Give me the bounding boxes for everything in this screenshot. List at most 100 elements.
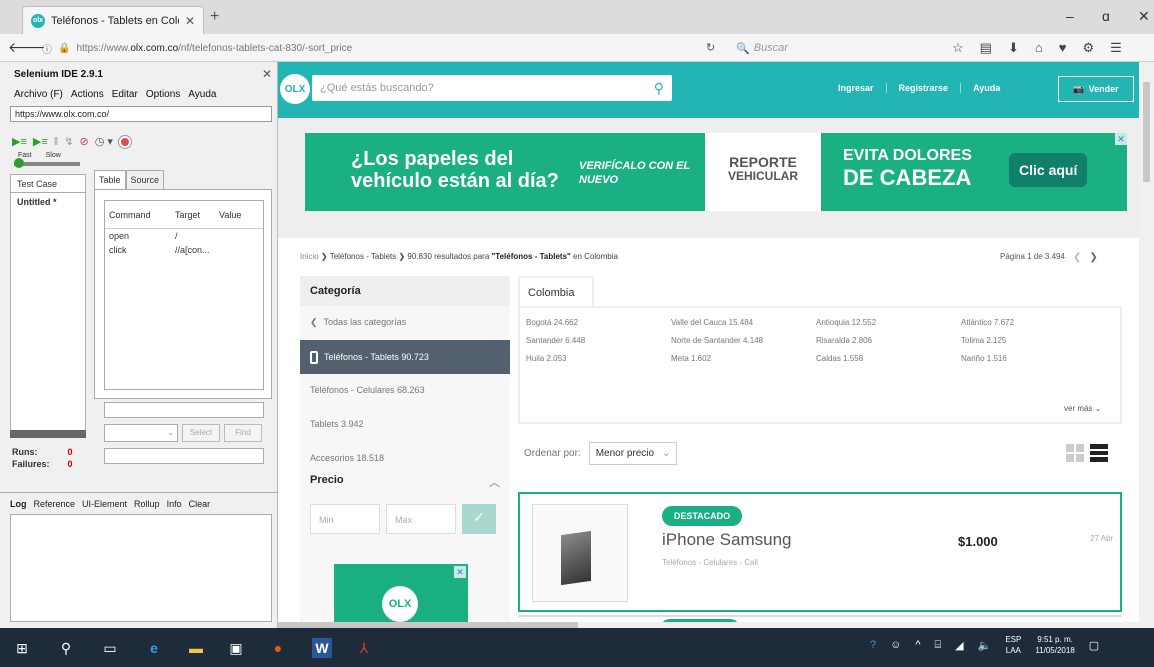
extension-icon[interactable]: ⚙	[1082, 40, 1094, 56]
location-link[interactable]: Antioquia 12.552	[816, 318, 961, 327]
step-icon[interactable]: ↯	[64, 135, 73, 148]
olx-logo[interactable]: OLX	[280, 74, 310, 104]
olx-square-ad[interactable]: ✕ OLX	[334, 564, 468, 628]
target-select[interactable]: ⌄	[104, 424, 178, 442]
price-min-input[interactable]: Min	[310, 504, 380, 534]
record-icon[interactable]	[118, 135, 131, 148]
listing-card[interactable]: DESTACADO iPhone Samsung Teléfonos - Cel…	[518, 492, 1122, 612]
price-heading[interactable]: Precio ︿	[300, 474, 510, 490]
tab-colombia[interactable]: Colombia	[518, 276, 594, 308]
new-tab-button[interactable]: +	[210, 8, 219, 26]
browser-tab[interactable]: olx Teléfonos - Tablets en Color ✕	[22, 6, 204, 34]
breadcrumb-category[interactable]: Teléfonos - Tablets	[330, 252, 397, 261]
wifi-icon[interactable]: ◢	[955, 639, 963, 652]
store-icon[interactable]: ▣	[226, 638, 246, 658]
acrobat-icon[interactable]: ⅄	[354, 638, 374, 658]
listing-thumbnail[interactable]	[532, 504, 628, 602]
ver-mas-link[interactable]: ver más ⌄	[1064, 404, 1101, 413]
play-test-icon[interactable]: ▶≡	[33, 135, 48, 148]
location-link[interactable]: Nariño 1.516	[961, 354, 1106, 363]
menu-item-editar[interactable]: Editar	[112, 89, 138, 100]
sort-select[interactable]: Menor precio ⌄	[588, 442, 678, 465]
vertical-scrollbar[interactable]	[1139, 62, 1154, 628]
notification-icon[interactable]: ▢	[1089, 639, 1099, 652]
table-row[interactable]: click //a[con...	[105, 243, 263, 257]
file-explorer-icon[interactable]: ▬	[186, 638, 206, 658]
menu-item-archivo[interactable]: Archivo (F)	[14, 89, 63, 100]
location-link[interactable]: Atlántico 7.672	[961, 318, 1106, 327]
category-item-active[interactable]: Teléfonos - Tablets 90.723	[300, 340, 510, 374]
menu-item-actions[interactable]: Actions	[71, 89, 104, 100]
list-view-icon[interactable]	[1090, 444, 1108, 462]
volume-icon[interactable]: 🔈	[978, 639, 992, 652]
url-bar[interactable]: ⓘ 🔒 https://www.olx.com.co/nf/telefonos-…	[42, 38, 702, 58]
login-link[interactable]: Ingresar	[826, 83, 886, 93]
back-arrow-icon[interactable]: 🡐	[8, 39, 46, 56]
next-page-icon[interactable]: ❯	[1089, 252, 1097, 263]
command-input[interactable]	[104, 402, 264, 418]
category-item[interactable]: Teléfonos - Celulares 68.263	[300, 374, 510, 408]
select-button[interactable]: Select	[182, 424, 220, 442]
search-icon[interactable]: ⚲	[654, 80, 664, 97]
price-max-input[interactable]: Max	[386, 504, 456, 534]
ad-close-icon[interactable]: ✕	[454, 566, 466, 578]
close-window-icon[interactable]: ✕	[1138, 8, 1150, 25]
location-link[interactable]: Risaralda 2.806	[816, 336, 961, 345]
ad-close-icon[interactable]: ✕	[1115, 133, 1127, 145]
category-item[interactable]: Accesorios 18.518	[300, 442, 510, 476]
minimize-icon[interactable]: –	[1066, 8, 1074, 24]
edge-icon[interactable]: e	[144, 638, 164, 658]
location-link[interactable]: Huila 2.053	[526, 354, 671, 363]
word-icon[interactable]: W	[312, 638, 332, 658]
base-url-input[interactable]: https://www.olx.com.co/	[10, 106, 272, 122]
firefox-icon[interactable]: ●	[268, 638, 288, 658]
speed-slider-handle[interactable]	[14, 158, 24, 168]
rollup-icon[interactable]: ⊘	[80, 135, 89, 148]
info-icon[interactable]: ⓘ	[42, 41, 52, 56]
olx-search-input[interactable]: ¿Qué estás buscando? ⚲	[312, 75, 672, 101]
tab-table[interactable]: Table	[94, 170, 126, 190]
tab-ui-element[interactable]: UI-Element	[82, 499, 127, 509]
tab-reference[interactable]: Reference	[34, 499, 76, 509]
location-link[interactable]: Meta 1.602	[671, 354, 816, 363]
download-icon[interactable]: ⬇	[1008, 40, 1019, 56]
task-view-icon[interactable]: ▭	[100, 638, 120, 658]
reload-icon[interactable]: ↻	[706, 41, 715, 54]
chevron-up-icon[interactable]: ^	[915, 639, 920, 651]
sell-button[interactable]: 📷 Vender	[1058, 76, 1134, 102]
find-button[interactable]: Find	[224, 424, 262, 442]
pause-icon[interactable]: ‖	[54, 136, 59, 148]
table-row[interactable]: open /	[105, 229, 263, 243]
listing-title[interactable]: iPhone Samsung	[662, 530, 791, 550]
network-icon[interactable]: ⌸	[935, 639, 942, 652]
menu-icon[interactable]: ☰	[1110, 40, 1122, 56]
tab-rollup[interactable]: Rollup	[134, 499, 160, 509]
search-icon[interactable]: ⚲	[56, 638, 76, 658]
location-link[interactable]: Valle del Cauca 15.484	[671, 318, 816, 327]
schedule-icon[interactable]: ◷ ▾	[95, 135, 113, 148]
breadcrumb-home[interactable]: Inicio	[300, 252, 319, 261]
location-link[interactable]: Caldas 1.558	[816, 354, 961, 363]
menu-item-ayuda[interactable]: Ayuda	[188, 89, 216, 100]
tab-log[interactable]: Log	[10, 499, 27, 509]
people-icon[interactable]: ☺	[890, 639, 901, 651]
browser-search-input[interactable]: 🔍 Buscar	[736, 38, 926, 58]
clock[interactable]: 9:51 p. m. 11/05/2018	[1035, 634, 1074, 656]
ad-banner[interactable]: ¿Los papeles del vehículo están al día? …	[305, 133, 1127, 211]
reading-list-icon[interactable]: ▤	[980, 40, 992, 56]
test-case-item[interactable]: Untitled *	[17, 197, 57, 207]
tab-source[interactable]: Source	[125, 170, 165, 190]
maximize-icon[interactable]: ɑ	[1102, 8, 1110, 24]
help-icon[interactable]: ?	[870, 639, 876, 651]
play-suite-icon[interactable]: ▶≡	[12, 135, 27, 148]
location-link[interactable]: Norte de Santander 4.148	[671, 336, 816, 345]
banner-cta-button[interactable]: Clic aquí	[1009, 153, 1088, 187]
clear-button[interactable]: Clear	[189, 499, 211, 509]
location-link[interactable]: Bogotá 24.662	[526, 318, 671, 327]
home-icon[interactable]: ⌂	[1035, 40, 1043, 56]
grid-view-icon[interactable]	[1066, 444, 1084, 462]
close-sidebar-icon[interactable]: ✕	[262, 67, 272, 81]
language-indicator[interactable]: ESP LAA	[1005, 634, 1021, 656]
location-link[interactable]: Santander 6.448	[526, 336, 671, 345]
all-categories-link[interactable]: ❮ Todas las categorías	[300, 306, 510, 340]
